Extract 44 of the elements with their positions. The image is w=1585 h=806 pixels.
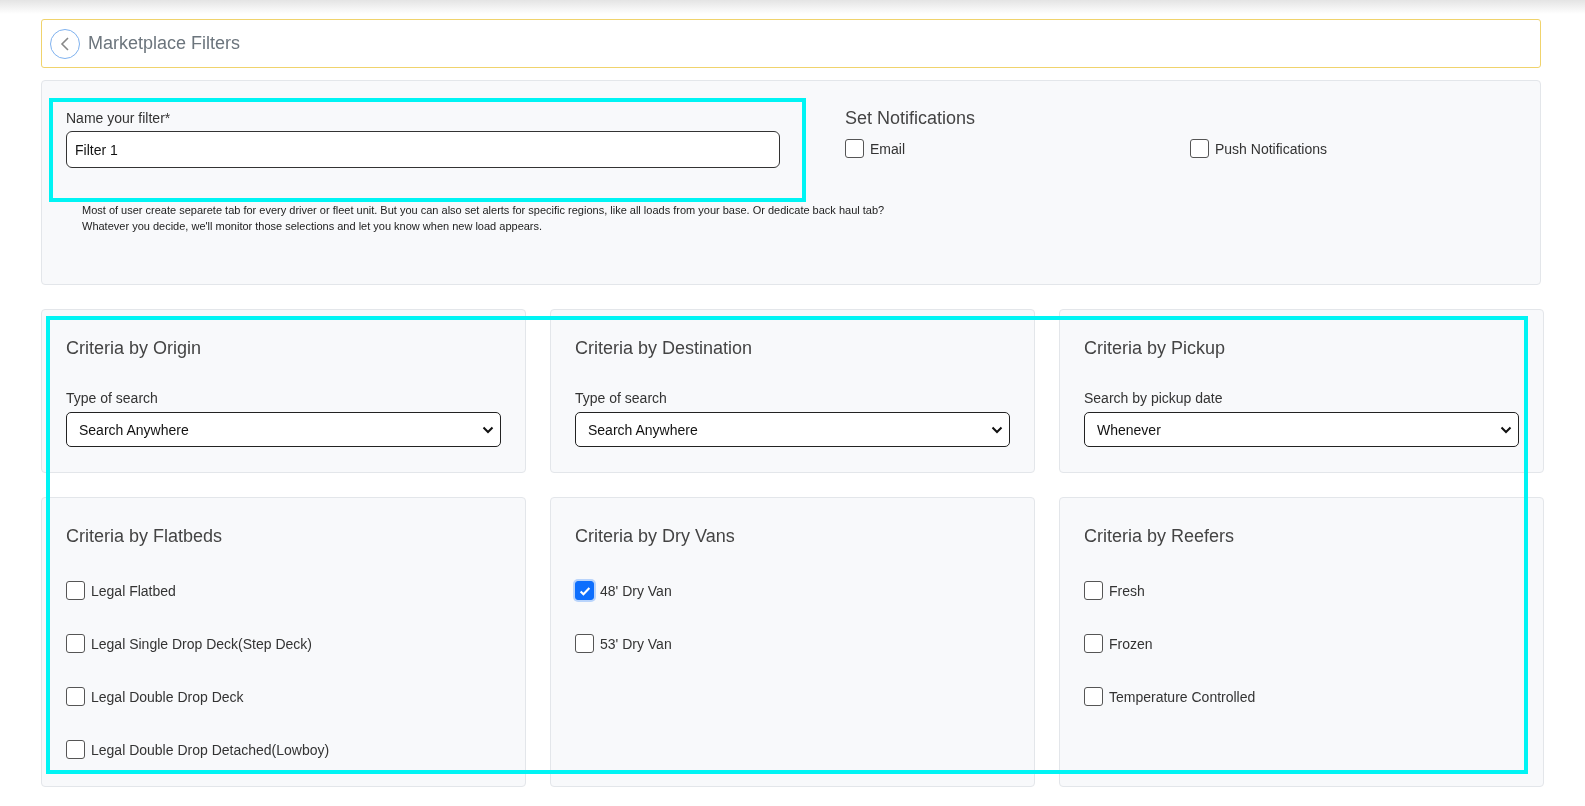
checkbox-label: Frozen bbox=[1109, 635, 1153, 652]
chevron-down-icon bbox=[991, 425, 1003, 434]
field-label: Name your filter* bbox=[66, 110, 172, 126]
checkbox[interactable] bbox=[845, 139, 864, 158]
checkbox-label: Legal Double Drop Detached(Lowboy) bbox=[91, 741, 330, 758]
card-title: Criteria by Flatbeds bbox=[66, 526, 224, 547]
checkbox[interactable] bbox=[575, 634, 594, 653]
field-label: Type of search bbox=[66, 390, 159, 406]
dropdown[interactable]: Whenever bbox=[1084, 412, 1519, 447]
checkbox-label: Legal Flatbed bbox=[91, 582, 176, 599]
checkbox-label: 48' Dry Van bbox=[600, 582, 672, 599]
checkbox-label: 53' Dry Van bbox=[600, 635, 672, 652]
checkbox[interactable] bbox=[66, 581, 85, 600]
checkbox-label: Fresh bbox=[1109, 582, 1145, 599]
checkbox-label: Email bbox=[870, 140, 905, 157]
checkbox[interactable] bbox=[1190, 139, 1209, 158]
filter-name-field[interactable]: Filter 1 bbox=[66, 131, 780, 168]
chevron-down-icon bbox=[1500, 425, 1512, 434]
checkbox-label: Temperature Controlled bbox=[1109, 688, 1256, 705]
card-title: Criteria by Origin bbox=[66, 338, 203, 359]
field-label: Type of search bbox=[575, 390, 668, 406]
checkbox-label: Legal Single Drop Deck(Step Deck) bbox=[91, 635, 312, 652]
checkbox[interactable] bbox=[1084, 634, 1103, 653]
help-text: Most of user create separete tab for every driver or fleet unit. But you can also set alerts for specific regions, like all loads from your base. Or dedicate back haul tab? bbox=[82, 203, 886, 218]
help-text: Whatever you decide, we'll monitor those selections and let you know when new load appears. bbox=[82, 219, 544, 234]
chevron-down-icon bbox=[482, 425, 494, 434]
checkbox[interactable] bbox=[575, 581, 594, 600]
card-title: Criteria by Pickup bbox=[1084, 338, 1227, 359]
dropdown[interactable]: Search Anywhere bbox=[66, 412, 501, 447]
card-title: Criteria by Reefers bbox=[1084, 526, 1236, 547]
card-title: Criteria by Destination bbox=[575, 338, 754, 359]
checkbox-label: Legal Double Drop Deck bbox=[91, 688, 244, 705]
checkbox[interactable] bbox=[66, 687, 85, 706]
chevron-left-icon bbox=[59, 35, 71, 52]
dropdown[interactable]: Search Anywhere bbox=[575, 412, 1010, 447]
checkbox[interactable] bbox=[66, 634, 85, 653]
field-label: Search by pickup date bbox=[1084, 390, 1224, 406]
card-title: Criteria by Dry Vans bbox=[575, 526, 736, 547]
checkbox[interactable] bbox=[66, 740, 85, 759]
page-title: Marketplace Filters bbox=[88, 33, 241, 54]
checkbox[interactable] bbox=[1084, 581, 1103, 600]
checkbox[interactable] bbox=[1084, 687, 1103, 706]
section-title: Set Notifications bbox=[845, 108, 977, 129]
checkbox-label: Push Notifications bbox=[1215, 140, 1328, 157]
